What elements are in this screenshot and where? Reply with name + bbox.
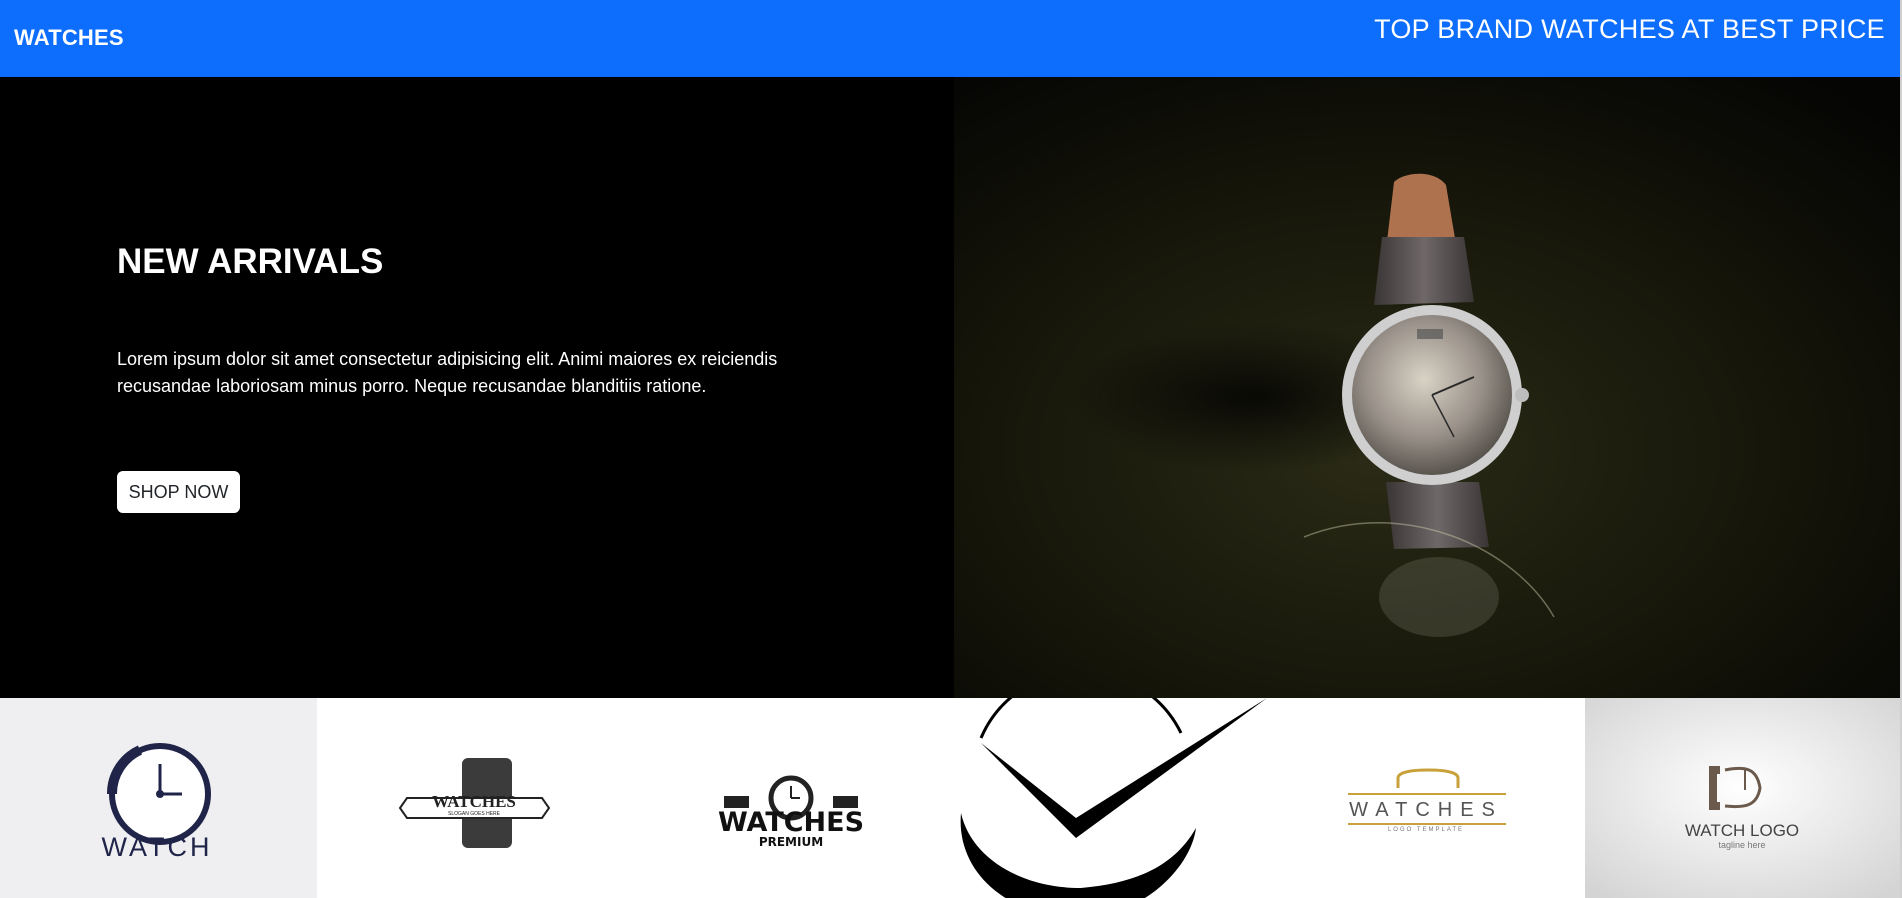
hero-title: NEW ARRIVALS	[117, 242, 384, 281]
watch-logo-clock-icon[interactable]: WATCH	[0, 698, 317, 898]
brand-logo-strip: WATCH WATCHES SLOGAN GOES HERE WATCHES P…	[0, 698, 1900, 898]
brand-link[interactable]: WATCHES	[14, 25, 124, 51]
badge-logo-subtext: SLOGAN GOES HERE	[448, 811, 501, 817]
watches-gold-logo-icon[interactable]: WATCHES LOGO TEMPLATE	[1268, 698, 1585, 898]
hero-section: NEW ARRIVALS Lorem ipsum dolor sit amet …	[0, 77, 1900, 698]
gold-logo-subtext: LOGO TEMPLATE	[1388, 827, 1464, 833]
badge-logo-text: WATCHES	[432, 792, 516, 811]
premium-logo-subtext: PREMIUM	[759, 835, 823, 849]
shop-now-button[interactable]: SHOP NOW	[117, 471, 240, 513]
check-clock-logo-icon[interactable]	[951, 698, 1268, 898]
watch-logo-tagline-subtext: tagline here	[1718, 840, 1765, 850]
watch-logo-tagline-icon[interactable]: WATCH LOGO tagline here	[1585, 698, 1900, 898]
premium-logo-text: WATCHES	[718, 807, 864, 838]
top-navbar: WATCHES TOP BRAND WATCHES AT BEST PRICE	[0, 0, 1900, 77]
navbar-tagline: TOP BRAND WATCHES AT BEST PRICE	[1374, 14, 1885, 44]
watches-badge-logo-icon[interactable]: WATCHES SLOGAN GOES HERE	[317, 698, 634, 898]
watches-premium-logo-icon[interactable]: WATCHES PREMIUM	[634, 698, 951, 898]
watch-logo-text: WATCH	[102, 832, 213, 862]
gold-logo-text: WATCHES	[1349, 799, 1503, 821]
hero-description: Lorem ipsum dolor sit amet consectetur a…	[117, 349, 778, 396]
wristwatch-photo-icon	[954, 77, 1900, 698]
hero-text-panel: NEW ARRIVALS Lorem ipsum dolor sit amet …	[0, 77, 954, 698]
watch-logo-tagline-text: WATCH LOGO	[1685, 821, 1799, 840]
